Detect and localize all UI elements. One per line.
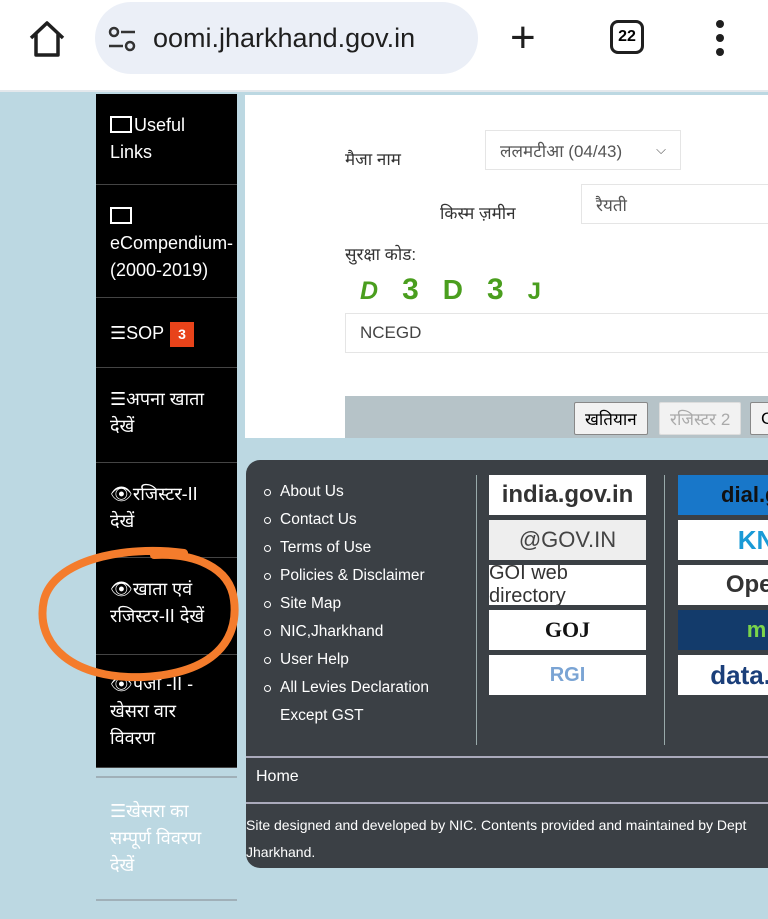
logo-rgi[interactable]: RGI [489, 655, 646, 695]
credit-line: Site designed and developed by NIC. Cont… [246, 817, 747, 833]
sidebar-item-label: देखें [110, 511, 135, 531]
sidebar-item-register-2[interactable]: 👁रजिस्टर-II देखें [96, 463, 237, 558]
chevron-down-icon: ⌵ [656, 142, 666, 157]
mauja-value: ललमटीआ (04/43) [500, 141, 623, 161]
sidebar-item-label: खेसरा वार [110, 701, 176, 721]
orange-circle-annotation [38, 546, 239, 682]
bar-chart-icon [110, 207, 132, 224]
captcha-input-value: NCEGD [360, 323, 422, 342]
captcha-char: D [360, 277, 379, 305]
browser-toolbar: oomi.jharkhand.gov.in + 22 [0, 0, 768, 92]
mauja-label: मैजा नाम [345, 150, 401, 169]
footer-home-link[interactable]: Home [246, 756, 768, 804]
kism-select[interactable]: रैयती [581, 184, 768, 224]
footer-link-terms[interactable]: Terms of Use [264, 534, 444, 562]
list-icon: ☰ [110, 323, 127, 343]
mauja-select[interactable]: ललमटीआ (04/43) ⌵ [485, 130, 681, 170]
captcha-char: J [527, 278, 542, 305]
footer-link-nic[interactable]: NIC,Jharkhand [264, 618, 444, 646]
home-icon[interactable] [26, 18, 68, 60]
captcha-char: D [442, 274, 463, 305]
sidebar-item-sop[interactable]: ☰SOP 3 [96, 298, 237, 368]
new-tab-icon[interactable]: + [510, 16, 536, 60]
khatiyan-button[interactable]: खतियान [574, 402, 648, 435]
captcha-char: 3 [486, 273, 504, 306]
sidebar-item-label: (2000-2019) [110, 260, 209, 280]
sidebar-item-label: अपना खाता [126, 389, 205, 409]
list-icon: ☰ [110, 389, 127, 409]
logo-data-gov[interactable]: data.go [678, 655, 768, 695]
address-bar[interactable]: oomi.jharkhand.gov.in [95, 2, 478, 74]
divider [664, 475, 665, 745]
list-icon: ☰ [110, 801, 127, 821]
footer-credit: Site designed and developed by NIC. Cont… [246, 812, 768, 866]
sidebar-item-ecompendium[interactable]: eCompendium- (2000-2019) [96, 185, 237, 298]
captcha-image: D3D3J [360, 273, 565, 307]
sidebar-item-label: देखें [110, 855, 135, 875]
logo-open-gov[interactable]: Open [678, 565, 768, 605]
footer-link-about[interactable]: About Us [264, 478, 444, 506]
sidebar-item-label: eCompendium- [110, 233, 234, 253]
tab-switcher-button[interactable]: 22 [610, 20, 644, 54]
search-form: मैजा नाम ललमटीआ (04/43) ⌵ किस्म ज़मीन रैय… [245, 95, 768, 438]
sop-count-badge: 3 [170, 322, 194, 347]
sidebar-item-label: देखें [110, 416, 135, 436]
clear-button[interactable]: C [750, 402, 768, 435]
site-settings-icon[interactable] [107, 24, 137, 54]
footer-link-sitemap[interactable]: Site Map [264, 590, 444, 618]
footer-link-contact[interactable]: Contact Us [264, 506, 444, 534]
divider [96, 776, 237, 778]
sidebar-item-useful-links[interactable]: Useful Links [96, 94, 237, 185]
sidebar-item-apna-khata[interactable]: ☰अपना खाता देखें [96, 368, 237, 463]
bar-chart-icon [110, 116, 132, 133]
footer-link-help[interactable]: User Help [264, 646, 444, 674]
button-bar: खतियान रजिस्टर 2 C [345, 396, 768, 438]
logo-nkn[interactable]: KN [678, 520, 768, 560]
captcha-char: 3 [402, 273, 419, 306]
footer-link-levies[interactable]: All Levies Declaration Except GST [264, 674, 444, 730]
sidebar-item-label: रजिस्टर-II [132, 484, 198, 504]
url-text: oomi.jharkhand.gov.in [153, 22, 416, 53]
footer-link-policies[interactable]: Policies & Disclaimer [264, 562, 444, 590]
sidebar-item-label: Links [110, 142, 153, 162]
captcha-label: सुरक्षा कोड: [345, 245, 417, 264]
sidebar-item-label: SOP [126, 323, 165, 343]
logo-dial-gov[interactable]: dial.go [678, 475, 768, 515]
more-menu-icon[interactable] [716, 20, 724, 62]
sidebar-item-label: सम्पूर्ण विवरण [110, 828, 202, 848]
footer: About Us Contact Us Terms of Use Policie… [246, 460, 768, 868]
credit-line: Jharkhand. [246, 844, 316, 860]
sidebar-item-khesra-details[interactable]: ☰खेसरा का सम्पूर्ण विवरण देखें [96, 784, 237, 879]
eye-icon: 👁 [110, 484, 133, 504]
sidebar-item-label: विवरण [110, 728, 156, 748]
kism-label: किस्म ज़मीन [440, 204, 516, 223]
captcha-input[interactable]: NCEGD [345, 313, 768, 353]
logo-goj[interactable]: GOJ [489, 610, 646, 650]
sidebar-item-label: Useful [134, 115, 186, 135]
logo-mygov[interactable]: m [678, 610, 768, 650]
footer-links: About Us Contact Us Terms of Use Policie… [264, 478, 444, 730]
kism-value: रैयती [596, 195, 627, 215]
logo-goi-directory[interactable]: GOI web directory [489, 565, 646, 605]
logo-india-gov[interactable]: india.gov.in [489, 475, 646, 515]
divider [96, 899, 237, 901]
logo-email-gov[interactable]: @GOV.IN [489, 520, 646, 560]
sidebar-item-label: खेसरा का [126, 801, 189, 821]
divider [476, 475, 477, 745]
register-2-button[interactable]: रजिस्टर 2 [659, 402, 742, 435]
